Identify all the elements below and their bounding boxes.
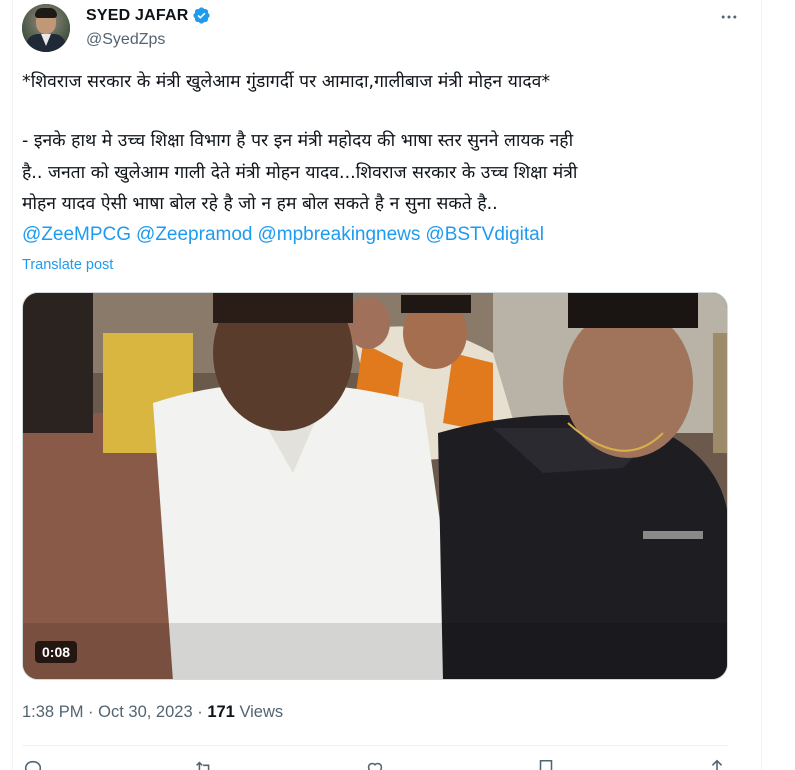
bookmark-icon[interactable] <box>535 758 557 770</box>
author-display-name[interactable]: SYED JAFAR <box>86 7 188 25</box>
tweet-body-line: मोहन यादव ऐसी भाषा बोल रहे है जो न हम बो… <box>22 194 498 214</box>
views-count: 171 <box>207 703 235 721</box>
mentions: @ZeeMPCG @Zeepramod @mpbreakingnews @BSTVdi… <box>22 224 549 246</box>
like-icon[interactable] <box>364 758 386 770</box>
action-bar <box>22 758 728 770</box>
translate-post-link[interactable]: Translate post <box>22 257 113 273</box>
author-avatar[interactable] <box>22 4 70 52</box>
video-thumbnail <box>23 293 727 679</box>
meta-separator: · <box>88 703 94 721</box>
mention-link[interactable]: @Zeepramod <box>136 224 252 245</box>
tweet-headline: *शिवराज सरकार के मंत्री खुलेआम गुंडागर्द… <box>22 72 551 92</box>
share-icon[interactable] <box>706 758 728 770</box>
mention-link[interactable]: @mpbreakingnews <box>257 224 420 245</box>
tweet-body-line: है.. जनता को खुलेआम गाली देते मंत्री मोह… <box>22 163 578 183</box>
post-date[interactable]: Oct 30, 2023 <box>98 703 192 721</box>
divider <box>22 745 728 746</box>
video-player[interactable]: 0:08 <box>22 292 728 680</box>
tweet-body-line: - इनके हाथ मे उच्च शिक्षा विभाग है पर इन… <box>22 131 574 151</box>
post-time[interactable]: 1:38 PM <box>22 703 83 721</box>
mention-link[interactable]: @BSTVdigital <box>425 224 544 245</box>
views-label: Views <box>239 703 284 721</box>
author-name-row: SYED JAFAR <box>86 6 211 25</box>
more-options-icon[interactable] <box>718 6 740 28</box>
author-handle[interactable]: @SyedZps <box>86 31 165 49</box>
reply-icon[interactable] <box>22 758 44 770</box>
mention-link[interactable]: @ZeeMPCG <box>22 224 131 245</box>
meta-separator: · <box>197 703 203 721</box>
retweet-icon[interactable] <box>193 758 215 770</box>
video-duration-badge: 0:08 <box>35 641 78 663</box>
tweet-metadata: 1:38 PM · Oct 30, 2023 · 171 Views <box>22 703 283 722</box>
verified-badge-icon <box>193 7 211 24</box>
